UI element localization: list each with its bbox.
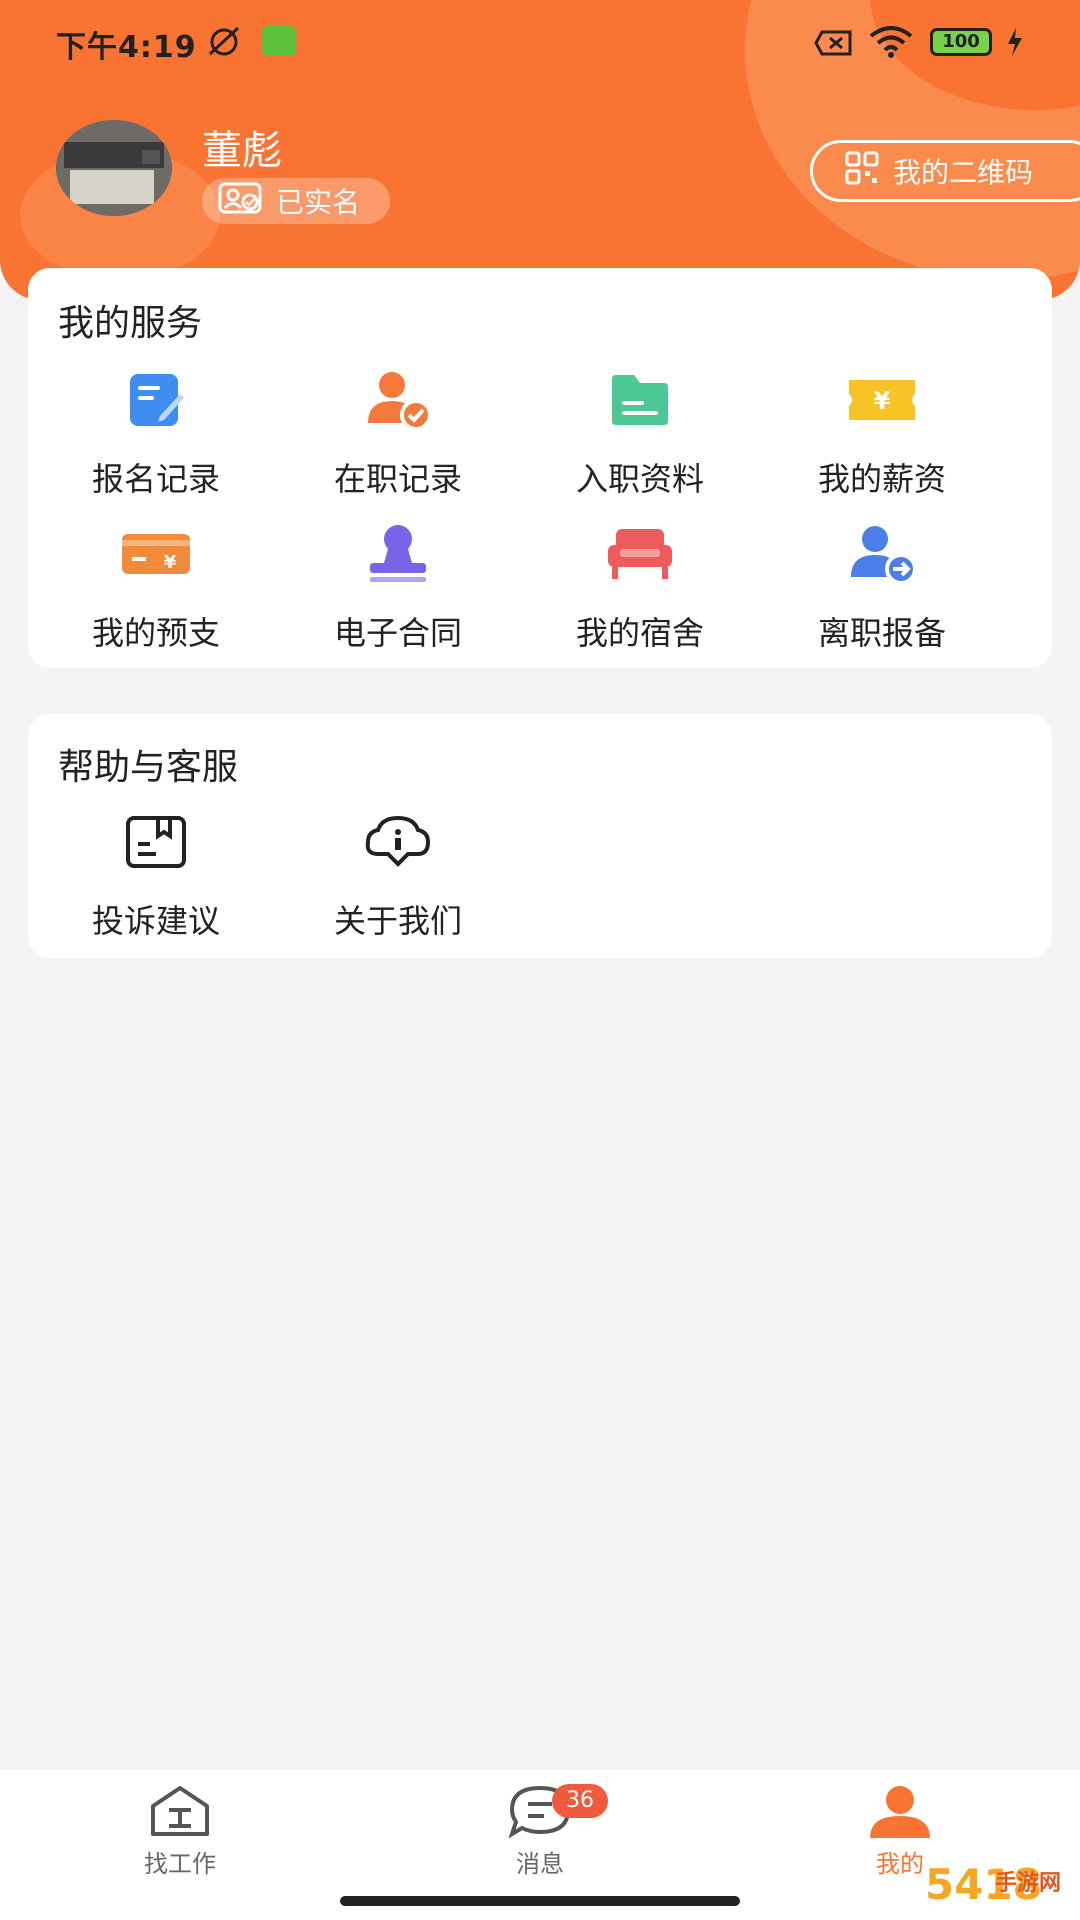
service-item-advance-pay[interactable]: ¥ 我的预支 [28,518,284,654]
app-notification-icon [262,26,296,56]
status-time: 下午4:19 [56,30,197,65]
edit-document-icon [28,364,284,436]
person-icon [800,1784,1000,1840]
service-item-employment-records[interactable]: 在职记录 [270,364,526,500]
charging-icon [1006,28,1024,60]
service-item-onboarding-docs[interactable]: 入职资料 [512,364,768,500]
tab-messages[interactable]: 消息 [440,1784,640,1879]
help-label: 投诉建议 [91,902,220,940]
service-label: 我的宿舍 [575,614,704,652]
house-icon [80,1784,280,1840]
sim-off-icon [814,30,854,60]
help-title: 帮助与客服 [58,747,239,788]
alarm-off-icon [204,24,244,62]
help-card: 帮助与客服 投诉建议 关于我们 [28,714,1052,958]
service-item-e-contract[interactable]: 电子合同 [270,518,526,654]
tab-find-job[interactable]: 找工作 [80,1784,280,1879]
profile-header: 下午4:19 100 董彪 已实名 我的二维码 [0,0,1080,300]
qr-code-icon [845,151,879,192]
help-label: 关于我们 [333,902,462,940]
yen-ticket-icon: ¥ [754,364,1010,436]
help-item-complaint[interactable]: 投诉建议 [28,806,284,942]
id-card-icon [218,182,262,221]
qr-code-label: 我的二维码 [893,156,1034,189]
watermark-text: 手游网 [995,1871,1062,1896]
battery-icon: 100 [930,28,992,56]
stamp-icon [270,518,526,590]
service-label: 在职记录 [333,460,462,498]
services-card: 我的服务 报名记录 在职记录 入职资料 ¥ 我的薪资 ¥ 我的预支 电子合同 我… [28,268,1052,668]
complaint-icon [28,806,284,878]
service-label: 我的预支 [91,614,220,652]
service-item-my-salary[interactable]: ¥ 我的薪资 [754,364,1010,500]
status-bar: 下午4:19 100 [0,0,1080,84]
user-name: 董彪 [202,128,282,174]
service-label: 我的薪资 [817,460,946,498]
service-item-dormitory[interactable]: 我的宿舍 [512,518,768,654]
svg-text:¥: ¥ [164,552,177,573]
unread-badge: 36 [552,1784,608,1818]
service-label: 入职资料 [575,460,704,498]
home-indicator[interactable] [340,1896,740,1906]
tab-label: 消息 [516,1850,564,1878]
verified-badge: 已实名 [202,178,390,224]
service-item-signup-records[interactable]: 报名记录 [28,364,284,500]
svg-text:¥: ¥ [874,387,891,415]
person-check-icon [270,364,526,436]
tab-label: 找工作 [144,1850,216,1878]
verified-label: 已实名 [276,186,361,219]
service-item-resignation[interactable]: 离职报备 [754,518,1010,654]
service-label: 离职报备 [817,614,946,652]
bed-icon [512,518,768,590]
avatar[interactable] [56,120,172,216]
service-label: 电子合同 [333,614,462,652]
services-title: 我的服务 [58,303,203,344]
service-label: 报名记录 [91,460,220,498]
info-bubble-icon [270,806,526,878]
person-exit-icon [754,518,1010,590]
my-qr-code-button[interactable]: 我的二维码 [810,140,1080,202]
folder-icon [512,364,768,436]
card-yen-icon: ¥ [28,518,284,590]
wifi-icon [868,26,914,62]
help-item-about-us[interactable]: 关于我们 [270,806,526,942]
chat-icon [440,1784,640,1840]
